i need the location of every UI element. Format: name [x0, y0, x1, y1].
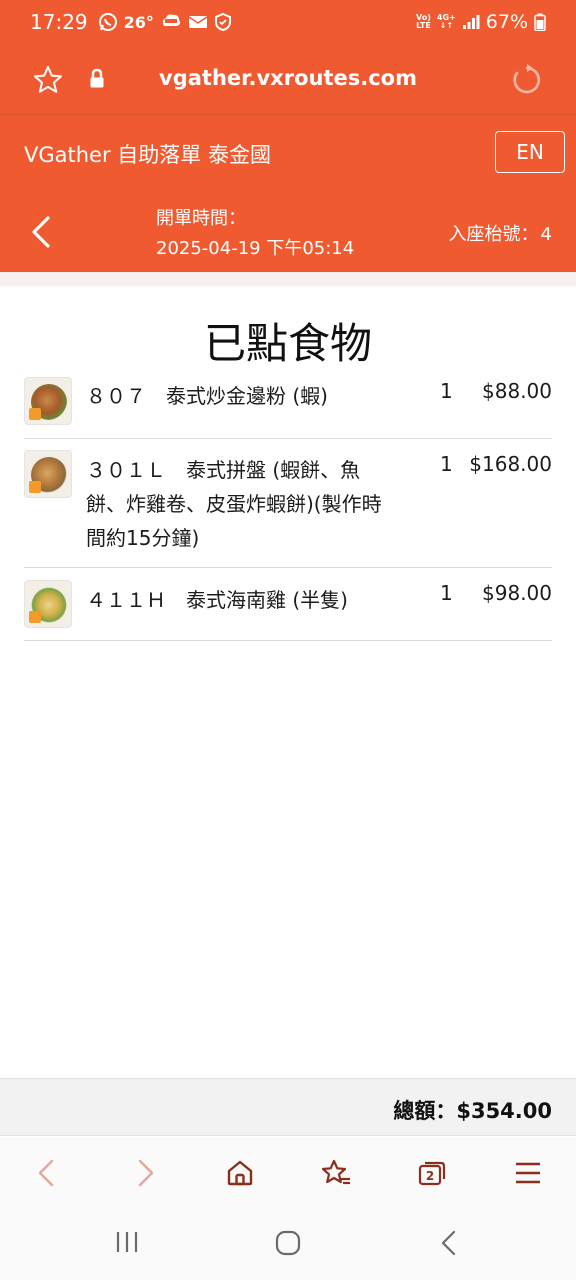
item-name: ８０７ 泰式炒金邊粉 (蝦) [86, 384, 328, 408]
system-nav-bar [0, 1209, 576, 1280]
total-value: $354.00 [456, 1099, 552, 1123]
menu-icon[interactable] [508, 1155, 548, 1191]
status-right: Vo) LTE 4G+ ↓↑ 67% [416, 11, 546, 33]
header-divider [0, 272, 576, 286]
browser-url-bar: vgather.vxroutes.com [0, 44, 576, 114]
list-item: ８０７ 泰式炒金邊粉 (蝦) 1 $88.00 [24, 366, 552, 439]
recent-apps-icon[interactable] [114, 1229, 140, 1255]
item-qty: 1 [440, 452, 453, 476]
order-info-bar: 開單時間： 2025-04-19 下午05:14 入座枱號： 4 [0, 192, 576, 272]
page-title: 已點食物 [203, 319, 372, 368]
volte-icon: Vo) LTE [416, 13, 431, 30]
tabs-icon[interactable]: 2 [412, 1155, 452, 1191]
item-name: ３０１Ｌ 泰式拼盤 (蝦餅、魚餅、炸雞卷、皮蛋炸蝦餅)(製作時間約15分鐘) [86, 458, 382, 550]
system-back-icon[interactable] [438, 1229, 460, 1257]
table-number-label: 入座枱號： [448, 224, 539, 245]
table-number: 入座枱號： 4 [449, 220, 552, 246]
language-toggle-button[interactable]: EN [495, 131, 565, 173]
browser-back-icon[interactable] [26, 1155, 66, 1191]
item-qty: 1 [440, 379, 453, 403]
food-thumbnail[interactable] [24, 580, 72, 628]
shield-icon [214, 12, 232, 32]
lock-badge-icon [29, 408, 41, 420]
home-icon[interactable] [220, 1155, 260, 1191]
item-name: ４１１Ｈ 泰式海南雞 (半隻) [86, 588, 348, 612]
total-bar: 總額：$354.00 [0, 1078, 576, 1136]
ordered-items-list: ８０７ 泰式炒金邊粉 (蝦) 1 $88.00 ３０１Ｌ 泰式拼盤 (蝦餅、魚餅… [24, 366, 552, 641]
app-header: VGather 自助落單 泰金國 EN [0, 114, 576, 192]
home-button-icon[interactable] [274, 1229, 302, 1257]
item-qty: 1 [440, 581, 453, 605]
open-time-label: 開單時間： [156, 208, 246, 229]
item-price: $88.00 [482, 379, 552, 403]
total-label: 總額： [393, 1099, 457, 1123]
order-total: 總額：$354.00 [393, 1095, 552, 1125]
item-price: $168.00 [469, 452, 552, 476]
whatsapp-icon [98, 12, 118, 32]
item-price: $98.00 [482, 581, 552, 605]
food-thumbnail[interactable] [24, 450, 72, 498]
list-item: ３０１Ｌ 泰式拼盤 (蝦餅、魚餅、炸雞卷、皮蛋炸蝦餅)(製作時間約15分鐘) 1… [24, 439, 552, 568]
hktv-icon [160, 12, 182, 32]
back-chevron-icon[interactable] [30, 212, 52, 256]
4g-icon: 4G+ ↓↑ [436, 13, 456, 30]
svg-text:2: 2 [426, 1169, 434, 1183]
table-number-value: 4 [540, 224, 552, 245]
lock-badge-icon [29, 481, 41, 493]
reload-icon[interactable] [510, 63, 544, 101]
battery-icon [534, 13, 546, 31]
status-left: 17:29 26° [30, 10, 232, 34]
url-text[interactable]: vgather.vxroutes.com [0, 66, 576, 90]
battery-percent: 67% [485, 11, 528, 33]
food-thumbnail[interactable] [24, 377, 72, 425]
browser-forward-icon[interactable] [126, 1155, 166, 1191]
lock-badge-icon [29, 611, 41, 623]
status-temperature: 26° [123, 12, 154, 32]
status-time: 17:29 [30, 10, 88, 34]
signal-icon [462, 14, 480, 30]
bookmarks-icon[interactable] [316, 1155, 356, 1191]
browser-bottom-nav: 2 [0, 1137, 576, 1209]
mail-icon [188, 14, 208, 30]
list-item: ４１１Ｈ 泰式海南雞 (半隻) 1 $98.00 [24, 568, 552, 641]
app-title: VGather 自助落單 泰金國 [24, 143, 271, 167]
open-time-value: 2025-04-19 下午05:14 [156, 238, 355, 259]
status-bar: 17:29 26° Vo) LTE 4G+ ↓↑ 67% [0, 0, 576, 44]
